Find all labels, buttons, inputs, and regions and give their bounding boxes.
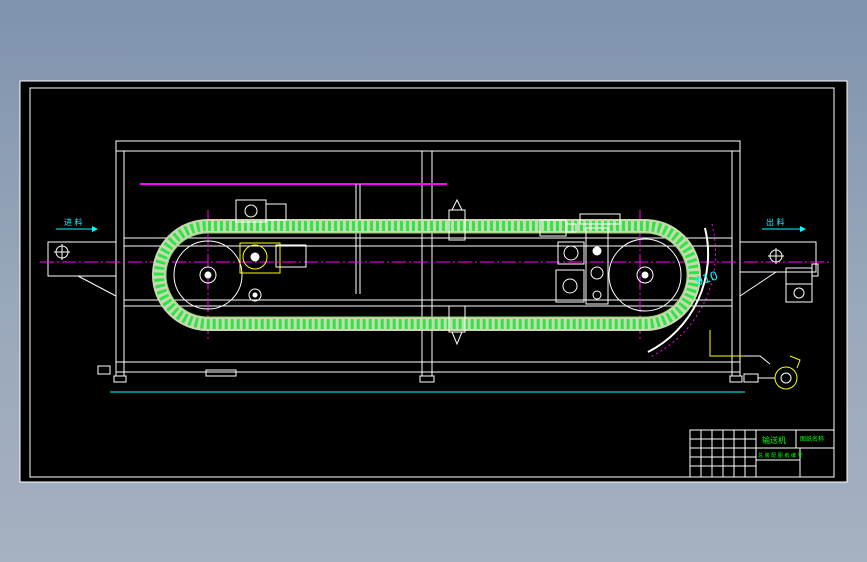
title-part-name: 输送机 <box>762 435 786 445</box>
input-label: 进 料 <box>64 217 83 227</box>
cad-drawing-canvas[interactable]: 910 进 料 出 料 输送机 图纸名称 总 装 配 图 纸 编 号 <box>0 0 867 562</box>
output-label: 出 料 <box>766 217 785 227</box>
title-drawing-no: 总 装 配 图 纸 编 号 <box>758 452 803 459</box>
title-company: 图纸名称 <box>800 435 824 443</box>
desktop-background: 910 进 料 出 料 输送机 图纸名称 总 装 配 图 纸 编 号 <box>0 0 867 562</box>
